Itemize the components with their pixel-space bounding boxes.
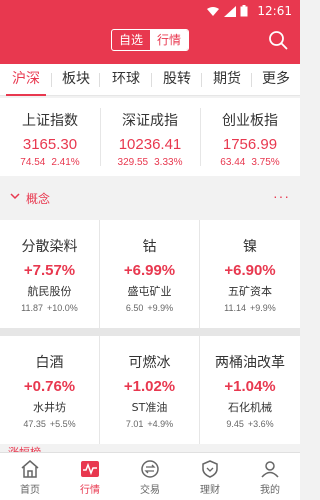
concept-card[interactable]: 两桶油改革 +1.04% 石化机械 9.45 +3.6% bbox=[200, 336, 300, 444]
nav-profile[interactable]: 我的 bbox=[240, 453, 300, 500]
concept-card[interactable]: 可燃冰 +1.02% ST准油 7.01 +4.9% bbox=[100, 336, 199, 444]
concept-card[interactable]: 分散染料 +7.57% 航民股份 11.87 +10.0% bbox=[0, 220, 99, 328]
nav-trade[interactable]: 交易 bbox=[120, 453, 180, 500]
search-icon[interactable] bbox=[268, 30, 288, 50]
stock-quote: 11.87 +10.0% bbox=[21, 303, 78, 313]
index-name: 深证成指 bbox=[122, 113, 178, 129]
concept-card[interactable]: 镍 +6.90% 五矿资本 11.14 +9.9% bbox=[200, 220, 300, 328]
index-value: 1756.99 bbox=[222, 136, 278, 153]
profile-icon bbox=[261, 461, 279, 478]
leading-stock: 水井坊 bbox=[33, 401, 66, 414]
leading-stock: 石化机械 bbox=[228, 401, 272, 414]
index-name: 上证指数 bbox=[22, 113, 78, 129]
index-name: 创业板指 bbox=[222, 113, 278, 129]
concept-card[interactable]: 白酒 +0.76% 水井坊 47.35 +5.5% bbox=[0, 336, 99, 444]
tab-sectors[interactable]: 板块 bbox=[52, 64, 100, 96]
index-value: 10236.41 bbox=[118, 136, 182, 153]
index-card[interactable]: 深证成指 10236.41 329.55 3.33% bbox=[100, 98, 200, 176]
concept-percent: +1.04% bbox=[224, 378, 276, 395]
concept-percent: +1.02% bbox=[123, 378, 176, 395]
index-card[interactable]: 上证指数 3165.30 74.54 2.41% bbox=[0, 98, 100, 176]
concept-name: 钴 bbox=[142, 239, 157, 255]
stock-quote: 9.45 +3.6% bbox=[226, 419, 274, 429]
concept-name: 可燃冰 bbox=[128, 355, 171, 371]
more-dots-icon[interactable]: ··· bbox=[273, 188, 290, 204]
concept-name: 分散染料 bbox=[21, 239, 78, 255]
index-card[interactable]: 创业板指 1756.99 63.44 3.75% bbox=[200, 98, 300, 176]
toggle-watchlist[interactable]: 自选 bbox=[112, 30, 150, 50]
signal-icon bbox=[224, 5, 236, 17]
index-change: 74.54 2.41% bbox=[20, 157, 80, 168]
section-title: 概念 bbox=[26, 192, 51, 206]
market-chart-icon bbox=[81, 461, 99, 477]
concept-name: 白酒 bbox=[35, 355, 64, 371]
index-summary: 上证指数 3165.30 74.54 2.41% 深证成指 10236.41 32… bbox=[0, 98, 300, 176]
nav-wealth[interactable]: 理财 bbox=[180, 453, 240, 500]
index-change: 63.44 3.75% bbox=[220, 157, 280, 168]
home-icon bbox=[21, 460, 39, 478]
status-icons bbox=[206, 5, 248, 17]
tab-more[interactable]: 更多 bbox=[252, 64, 300, 96]
bottom-nav: 首页 行情 交易 理财 我的 bbox=[0, 452, 300, 500]
concept-percent: +6.99% bbox=[123, 262, 176, 279]
status-time: 12:61 bbox=[257, 4, 292, 18]
stock-quote: 47.35 +5.5% bbox=[23, 419, 76, 429]
concept-section-header[interactable]: 概念 ··· bbox=[0, 186, 300, 210]
stock-quote: 6.50 +9.9% bbox=[125, 303, 174, 313]
watchlist-market-toggle[interactable]: 自选 行情 bbox=[111, 29, 189, 51]
leading-stock: 航民股份 bbox=[27, 285, 72, 298]
stock-quote: 7.01 +4.9% bbox=[125, 419, 174, 429]
concept-name: 镍 bbox=[243, 239, 257, 255]
leading-stock: 盛屯矿业 bbox=[127, 285, 172, 298]
wealth-shield-icon bbox=[202, 460, 218, 478]
status-bar: 12:61 bbox=[0, 0, 300, 22]
battery-icon bbox=[240, 5, 248, 17]
chevron-down-icon[interactable] bbox=[9, 190, 21, 202]
concept-percent: +6.90% bbox=[224, 262, 276, 279]
stock-quote: 11.14 +9.9% bbox=[224, 303, 276, 313]
market-tabs: 沪深 板块 环球 股转 期货 更多 bbox=[0, 64, 300, 96]
toggle-market[interactable]: 行情 bbox=[150, 30, 188, 50]
tab-shanghai-shenzhen[interactable]: 沪深 bbox=[0, 64, 52, 96]
concept-name: 两桶油改革 bbox=[215, 355, 285, 371]
nav-market[interactable]: 行情 bbox=[60, 453, 120, 500]
concept-grid: 分散染料 +7.57% 航民股份 11.87 +10.0% 钴 +6.99% 盛屯… bbox=[0, 220, 300, 444]
leading-stock: ST准油 bbox=[131, 401, 168, 414]
trade-exchange-icon bbox=[141, 460, 159, 478]
index-value: 3165.30 bbox=[22, 136, 78, 153]
index-change: 329.55 3.33% bbox=[117, 157, 183, 168]
concept-percent: +0.76% bbox=[23, 378, 76, 395]
tab-global[interactable]: 环球 bbox=[100, 64, 152, 96]
app-header: 12:61 自选 行情 bbox=[0, 0, 300, 64]
tab-neeq[interactable]: 股转 bbox=[152, 64, 202, 96]
tab-futures[interactable]: 期货 bbox=[202, 64, 252, 96]
leading-stock: 五矿资本 bbox=[228, 285, 272, 298]
nav-home[interactable]: 首页 bbox=[0, 453, 60, 500]
concept-card[interactable]: 钴 +6.99% 盛屯矿业 6.50 +9.9% bbox=[100, 220, 199, 328]
concept-percent: +7.57% bbox=[23, 262, 76, 279]
wifi-icon bbox=[207, 6, 219, 16]
